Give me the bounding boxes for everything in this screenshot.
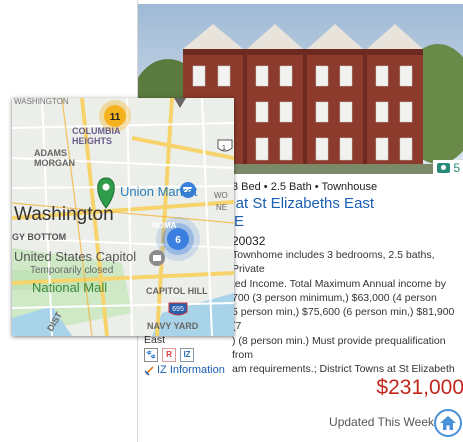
listing-price: $231,000 xyxy=(376,376,463,399)
map-label: NE xyxy=(216,203,227,212)
map-label: GY BOTTOM xyxy=(12,232,66,242)
home-button[interactable] xyxy=(434,409,462,437)
iz-badge-icon: IZ xyxy=(180,348,194,362)
listing-title-line1[interactable]: s at St Elizabeths East xyxy=(224,195,374,213)
description-line: ) (8 person min.) Must provide prequalif… xyxy=(232,334,446,362)
map-label: Union Market xyxy=(120,184,198,199)
map-label: 695 xyxy=(172,306,184,313)
pet-paw-icon: 🐾 xyxy=(144,348,158,362)
camera-icon xyxy=(437,163,451,173)
map-view[interactable]: 11 6 WASHINGTON 1 695 COLUMBIA HEIGHTS AD… xyxy=(12,98,234,336)
cluster-count: 11 xyxy=(110,112,121,123)
description-line: am requirements.; District Towns at St E… xyxy=(232,363,455,376)
listing-description: Townhome includes 3 bedrooms, 2.5 baths,… xyxy=(232,248,463,377)
map-canvas[interactable]: 11 6 WASHINGTON 1 695 COLUMBIA HEIGHTS AD… xyxy=(12,98,234,336)
listing-title-line2[interactable]: SE xyxy=(224,213,374,231)
photo-count: 5 xyxy=(453,161,460,175)
map-label: CAPITOL HILL xyxy=(146,286,208,296)
map-label: 1 xyxy=(222,145,226,152)
listing-zip: 20032 xyxy=(232,234,266,248)
map-label: Temporarily closed xyxy=(30,265,113,276)
map-label: United States Capitol xyxy=(14,249,136,264)
map-label: WO xyxy=(214,191,228,200)
description-line: ted Income. Total Maximum Annual income … xyxy=(232,277,446,290)
description-line: Townhome includes 3 bedrooms, 2.5 baths,… xyxy=(232,249,435,276)
map-label: National Mall xyxy=(32,280,107,295)
description-line: 700 (3 person minimum,) $63,000 (4 perso… xyxy=(232,291,437,304)
r-badge-icon: R xyxy=(162,348,176,362)
cluster-count: 6 xyxy=(175,235,181,246)
map-label: WASHINGTON xyxy=(14,98,69,106)
amenity-badges: 🐾 R IZ xyxy=(144,348,194,362)
iz-information-link[interactable]: IZ Information xyxy=(144,364,225,376)
photo-count-badge[interactable]: 5 xyxy=(433,160,463,176)
map-label: Washington xyxy=(14,204,114,225)
map-label: NAVY YARD xyxy=(147,321,199,331)
updated-status: Updated This Week xyxy=(329,415,434,429)
description-line: 5 person min,) $75,600 (6 person min,) $… xyxy=(232,306,455,333)
home-icon xyxy=(440,416,456,430)
listing-title[interactable]: s at St Elizabeths East SE xyxy=(224,195,374,231)
listing-specs: 3 Bed • 2.5 Bath • Townhouse xyxy=(232,181,378,193)
link-icon xyxy=(144,365,154,375)
iz-information-text[interactable]: IZ Information xyxy=(157,364,225,376)
map-label: NOMA xyxy=(152,221,177,230)
